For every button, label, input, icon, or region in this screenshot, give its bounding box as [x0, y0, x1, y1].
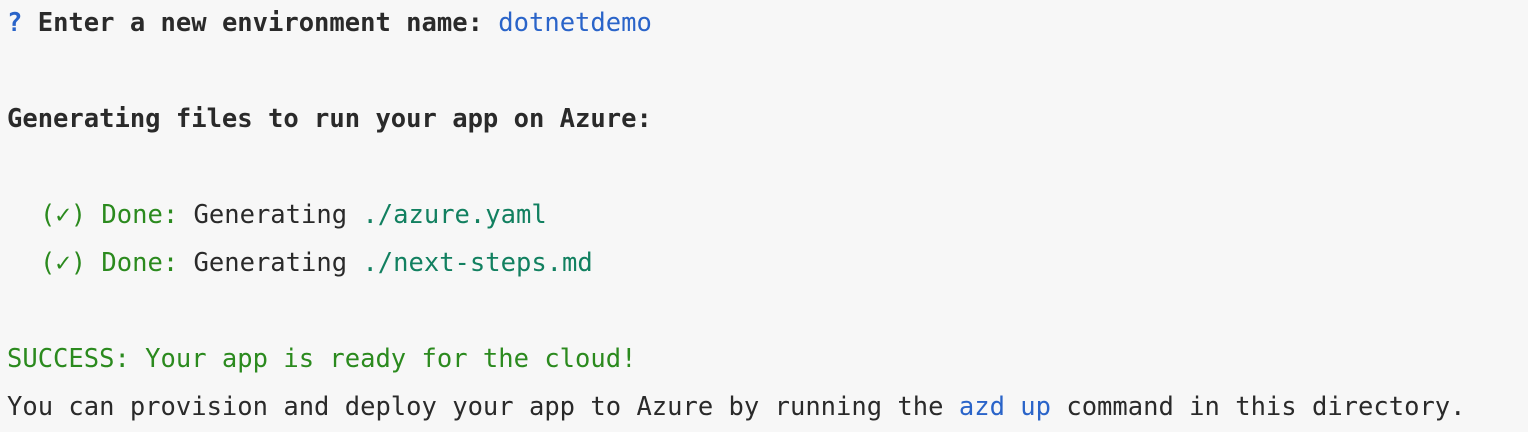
- step-line: (✓) Done: Generating ./azure.yaml: [7, 200, 547, 230]
- terminal-output: ? Enter a new environment name: dotnetde…: [0, 0, 1528, 432]
- check-mark: (✓): [40, 200, 87, 230]
- step-action: Generating: [193, 248, 348, 278]
- check-mark: (✓): [40, 248, 87, 278]
- instruction-line: You can provision and deploy your app to…: [7, 392, 1466, 422]
- prompt-question: Enter a new environment name:: [37, 8, 483, 38]
- step-line: (✓) Done: Generating ./next-steps.md: [7, 248, 593, 278]
- generating-heading: Generating files to run your app on Azur…: [7, 104, 652, 134]
- azd-up-command: azd up: [958, 392, 1051, 422]
- instruction-after: command in this directory.: [1066, 392, 1466, 422]
- step-file: ./next-steps.md: [362, 248, 593, 278]
- prompt-answer: dotnetdemo: [498, 8, 652, 38]
- success-message: SUCCESS: Your app is ready for the cloud…: [7, 344, 637, 374]
- instruction-before: You can provision and deploy your app to…: [7, 392, 944, 422]
- step-action: Generating: [193, 200, 348, 230]
- env-name-prompt-line: ? Enter a new environment name: dotnetde…: [7, 8, 652, 38]
- step-status: Done:: [101, 200, 179, 230]
- prompt-marker: ?: [7, 8, 23, 38]
- step-file: ./azure.yaml: [362, 200, 547, 230]
- step-status: Done:: [101, 248, 179, 278]
